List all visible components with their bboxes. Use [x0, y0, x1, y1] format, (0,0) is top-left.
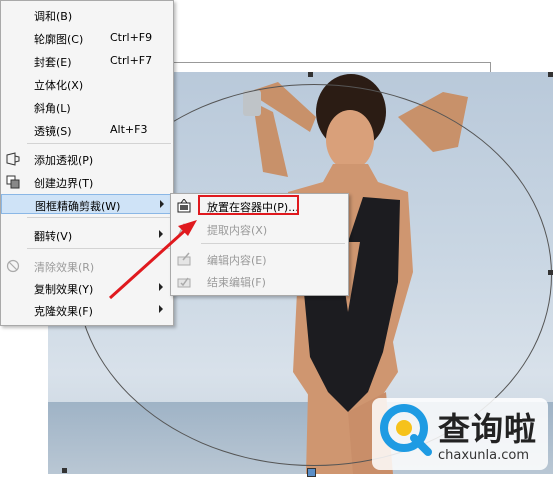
submenu-item-extract-content[interactable]: 提取内容(X) — [171, 218, 348, 240]
menu-item-label: 创建边界(T) — [34, 177, 94, 190]
perspective-icon — [6, 152, 20, 166]
menu-item-clear-effect[interactable]: 清除效果(R) — [1, 256, 173, 276]
submenu-arrow-icon — [160, 200, 164, 208]
menu-item-label: 克隆效果(F) — [34, 305, 93, 318]
menu-item-label: 透镜(S) — [34, 125, 72, 138]
annotation-highlight-box — [198, 195, 299, 215]
menu-item-powerclip[interactable]: 图框精确剪裁(W) — [1, 194, 173, 214]
clear-effect-icon — [6, 259, 20, 273]
selection-handle-bottom-left[interactable] — [62, 468, 67, 473]
menu-item-label: 立体化(X) — [34, 79, 84, 92]
menu-item-blend[interactable]: 调和(B) — [1, 5, 173, 25]
submenu-item-finish-editing[interactable]: 结束编辑(F) — [171, 270, 348, 292]
menu-item-label: 图框精确剪裁(W) — [35, 200, 121, 213]
selection-handle-top-right[interactable] — [548, 72, 553, 77]
menu-item-extrude[interactable]: 立体化(X) — [1, 74, 173, 94]
watermark-title: 查询啦 — [438, 410, 538, 448]
menu-item-label: 封套(E) — [34, 56, 72, 69]
menu-item-label: 清除效果(R) — [34, 261, 95, 274]
menu-item-label: 轮廓图(C) — [34, 33, 84, 46]
menu-item-contour[interactable]: 轮廓图(C) Ctrl+F9 — [1, 28, 173, 48]
submenu-arrow-icon — [159, 283, 163, 291]
menu-item-shortcut: Ctrl+F9 — [110, 31, 153, 44]
submenu-item-edit-content[interactable]: 编辑内容(E) — [171, 248, 348, 270]
menu-item-label: 添加透视(P) — [34, 154, 94, 167]
boundary-icon — [6, 175, 20, 189]
submenu-item-label: 结束编辑(F) — [207, 276, 266, 289]
menu-separator — [27, 217, 171, 218]
finish-edit-icon — [177, 277, 191, 288]
menu-item-envelope[interactable]: 封套(E) Ctrl+F7 — [1, 51, 173, 71]
menu-item-lens[interactable]: 透镜(S) Alt+F3 — [1, 120, 173, 140]
menu-item-label: 斜角(L) — [34, 102, 71, 115]
menu-item-shortcut: Alt+F3 — [110, 123, 148, 136]
extract-content-icon — [178, 223, 187, 235]
edit-content-icon — [177, 252, 191, 266]
menu-item-bevel[interactable]: 斜角(L) — [1, 97, 173, 117]
selection-handle-top[interactable] — [308, 72, 313, 77]
submenu-arrow-icon — [159, 305, 163, 313]
menu-item-label: 翻转(V) — [34, 230, 73, 243]
menu-item-shortcut: Ctrl+F7 — [110, 54, 153, 67]
watermark-url: chaxunla.com — [438, 448, 529, 463]
menu-item-clone-effect[interactable]: 克隆效果(F) — [1, 300, 173, 320]
menu-separator — [27, 143, 171, 144]
menu-item-create-boundary[interactable]: 创建边界(T) — [1, 172, 173, 192]
watermark-logo-icon — [380, 404, 432, 456]
selection-handle-right[interactable] — [548, 270, 553, 275]
effects-menu: 调和(B) 轮廓图(C) Ctrl+F9 封套(E) Ctrl+F7 立体化(X… — [0, 0, 174, 326]
submenu-separator — [201, 243, 345, 244]
menu-separator — [27, 248, 171, 249]
submenu-item-label: 编辑内容(E) — [207, 254, 267, 267]
menu-item-copy-effect[interactable]: 复制效果(Y) — [1, 278, 173, 298]
watermark: 查询啦 chaxunla.com — [372, 398, 548, 470]
menu-item-add-perspective[interactable]: 添加透视(P) — [1, 149, 173, 169]
submenu-arrow-icon — [159, 230, 163, 238]
submenu-item-label: 提取内容(X) — [207, 224, 268, 237]
menu-item-label: 调和(B) — [34, 10, 73, 23]
menu-item-flip[interactable]: 翻转(V) — [1, 225, 173, 245]
menu-item-label: 复制效果(Y) — [34, 283, 94, 296]
place-in-container-icon — [177, 199, 191, 213]
center-marker[interactable] — [307, 468, 316, 477]
